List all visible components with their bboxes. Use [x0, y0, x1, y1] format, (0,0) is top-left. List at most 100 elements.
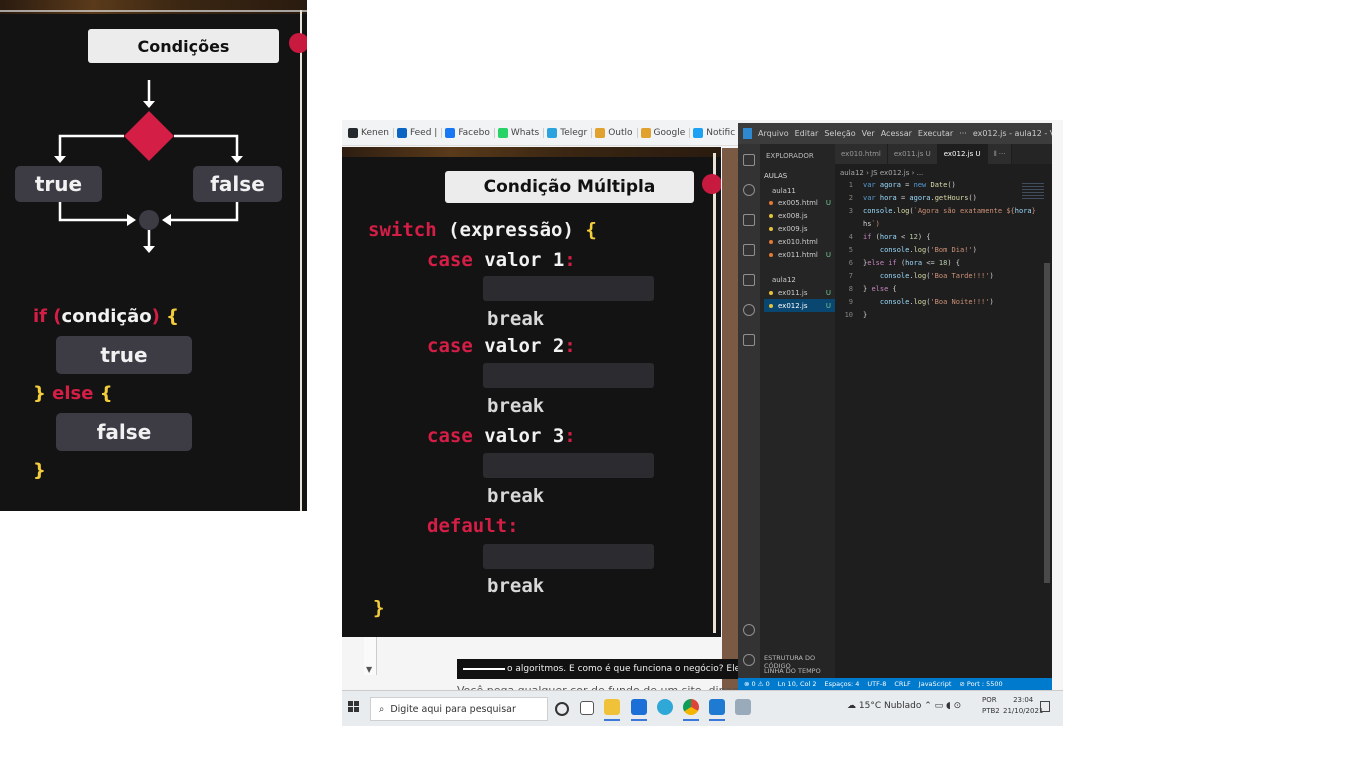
extensions-icon[interactable] [743, 274, 755, 286]
git-status-badge: U [825, 250, 831, 259]
editor-scrollbar[interactable] [1044, 263, 1050, 583]
bookmark-favicon-icon [497, 127, 508, 138]
line-number: 2 [848, 194, 853, 202]
case-value: valor 2 [484, 335, 565, 357]
explorer-file-item[interactable]: ex011.html U [764, 248, 835, 261]
bookmark-item[interactable]: Whats [497, 127, 545, 138]
bookmark-label: Whats [510, 127, 540, 138]
bookmark-item[interactable]: Feed | [396, 127, 443, 138]
editor-tab[interactable]: ex012.js U [937, 144, 988, 164]
explorer-file-item[interactable]: ex010.html [764, 235, 835, 248]
code-line: 5 console.log('Bom Dia!') [835, 246, 1035, 259]
bookmark-item[interactable]: Facebo [445, 127, 495, 138]
code-editor[interactable]: 1 var agora = new Date() 2 var hora = agora… [835, 181, 1036, 651]
bookmark-favicon-icon [547, 127, 558, 138]
code-text: var agora = new Date() [863, 181, 956, 189]
remote-icon[interactable] [743, 304, 755, 316]
line-number: 8 [848, 285, 853, 293]
chrome-icon[interactable] [683, 699, 699, 721]
explorer-file-item[interactable]: ex012.js U [764, 299, 835, 312]
status-item[interactable]: ⊘ Port : 5500 [959, 680, 1002, 688]
menu-item[interactable]: Seleção [824, 129, 855, 138]
bookmark-favicon-icon [396, 127, 407, 138]
project-folder[interactable]: AULAS [764, 172, 787, 180]
editor-tab[interactable]: ex010.html [835, 144, 888, 164]
breadcrumb[interactable]: aula12 › JS ex012.js › ... [840, 169, 923, 177]
scroll-down-arrow[interactable]: ▼ [366, 665, 372, 674]
menu-item[interactable]: ··· [959, 129, 967, 138]
system-tray[interactable]: ☁ 15°C Nublado ⌃ ▭ ◖ ⊙ [847, 701, 961, 711]
language-indicator[interactable]: POR PTB2 [982, 695, 1000, 717]
notification-icon[interactable] [1040, 701, 1050, 712]
weather-text: 15°C Nublado [858, 701, 922, 711]
if-keyword: if [33, 306, 48, 327]
search-icon[interactable] [743, 184, 755, 196]
else-line: } else { [33, 383, 113, 404]
code-text: var hora = agora.getHours() [863, 194, 977, 202]
menu-item[interactable]: Executar [918, 129, 953, 138]
pinned-app-icon[interactable] [735, 699, 751, 715]
search-placeholder: Digite aqui para pesquisar [390, 703, 516, 715]
bookmark-item[interactable]: Telegr [547, 127, 593, 138]
break-keyword: break [487, 308, 545, 330]
explorer-file-item[interactable]: ex008.js [764, 209, 835, 222]
final-brace: } [33, 460, 46, 481]
account-icon[interactable] [743, 624, 755, 636]
source-control-icon[interactable] [743, 214, 755, 226]
taskbar-search[interactable]: ⌕ Digite aqui para pesquisar [370, 697, 548, 721]
explorer-file-item[interactable]: ex009.js [764, 222, 835, 235]
arrow-right-branch [174, 134, 239, 160]
bookmark-item[interactable]: Google [640, 127, 691, 138]
task-view-icon[interactable] [580, 701, 594, 715]
vscode-taskbar-icon[interactable] [709, 699, 725, 721]
explorer-icon[interactable] [743, 154, 755, 166]
edge-icon[interactable] [657, 699, 673, 715]
vscode-window: Arquivo Editar Seleção Ver Acessar Executar ··… [738, 123, 1052, 690]
code-text: console.log('Boa Noite!!!') [879, 298, 994, 306]
condition-text: condição [61, 306, 152, 327]
status-item[interactable]: CRLF [894, 680, 910, 688]
cortana-icon[interactable] [555, 702, 569, 716]
line-number: 4 [848, 233, 853, 241]
windows-taskbar: ⌕ Digite aqui para pesquisar ☁ 15°C Nubl… [342, 690, 1063, 726]
case-value: valor 1 [484, 249, 565, 271]
testing-icon[interactable] [743, 334, 755, 346]
bookmark-label: Feed | [409, 127, 438, 138]
file-type-icon [769, 213, 773, 218]
run-debug-icon[interactable] [743, 244, 755, 256]
menu-item[interactable]: Acessar [881, 129, 912, 138]
status-item[interactable]: ⊗ 0 ⚠ 0 [744, 680, 770, 688]
else-keyword: else [52, 383, 94, 404]
status-item[interactable]: Ln 10, Col 2 [778, 680, 817, 688]
code-text: }else if (hora <= 18) { [863, 259, 960, 267]
mail-icon[interactable] [631, 699, 647, 721]
status-item[interactable]: JavaScript [919, 680, 952, 688]
code-text: hs`) [863, 220, 880, 228]
line-number: 5 [848, 246, 853, 254]
file-explorer-icon[interactable] [604, 699, 620, 721]
menu-item[interactable]: Arquivo [758, 129, 789, 138]
timeline-section[interactable]: LINHA DO TEMPO [764, 667, 821, 675]
folder-aula12[interactable]: aula12 [764, 273, 835, 286]
slide-title: Condição Múltipla [445, 171, 694, 203]
settings-gear-icon[interactable] [743, 654, 755, 666]
bookmark-item[interactable]: Outlo [595, 127, 638, 138]
explorer-file-item[interactable]: ex011.js U [764, 286, 835, 299]
status-item[interactable]: UTF-8 [867, 680, 886, 688]
explorer-file-item[interactable]: ex005.html U [764, 196, 835, 209]
editor-tab[interactable]: ex011.js U [887, 144, 938, 164]
clock[interactable]: 23:04 21/10/2021 [1003, 695, 1043, 717]
explorer-header: EXPLORADOR [766, 152, 814, 160]
bookmark-item[interactable]: Kenen [348, 127, 394, 138]
true-code-box: true [56, 336, 192, 374]
split-editor-icon[interactable]: ⫴ ··· [987, 144, 1013, 164]
minimap[interactable] [1022, 183, 1044, 199]
menu-item[interactable]: Ver [862, 129, 875, 138]
bookmark-item[interactable]: Notific [693, 127, 741, 138]
code-line: 2 var hora = agora.getHours() [835, 194, 1035, 207]
file-name: ex012.js [778, 301, 808, 310]
windows-start-icon[interactable] [348, 701, 360, 713]
menu-item[interactable]: Editar [795, 129, 819, 138]
slide-top-strip [342, 147, 721, 157]
status-item[interactable]: Espaços: 4 [824, 680, 859, 688]
